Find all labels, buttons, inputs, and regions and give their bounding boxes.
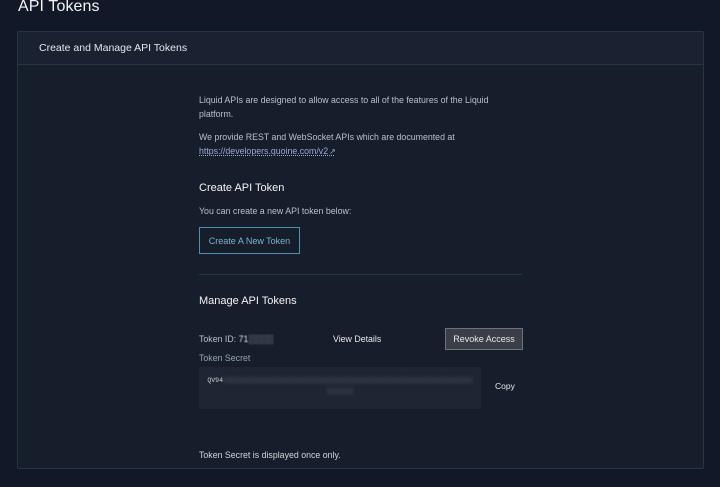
external-link-icon: ↗: [329, 146, 336, 156]
token-id: Token ID: 71░░░░: [199, 334, 273, 344]
revoke-access-button[interactable]: Revoke Access: [445, 328, 523, 350]
token-id-value: 71░░░░: [238, 334, 274, 344]
docs-text: We provide REST and WebSocket APIs which…: [199, 131, 524, 158]
copy-secret-button[interactable]: Copy: [495, 381, 515, 391]
create-token-description: You can create a new API token below:: [199, 206, 352, 216]
api-tokens-card: Create and Manage API Tokens Liquid APIs…: [17, 31, 704, 469]
token-id-label: Token ID:: [199, 334, 239, 344]
manage-tokens-title: Manage API Tokens: [199, 295, 297, 307]
page-title: API Tokens: [18, 0, 100, 15]
section-divider: [199, 274, 522, 275]
create-token-title: Create API Token: [199, 182, 285, 194]
intro-text: Liquid APIs are designed to allow access…: [199, 95, 489, 119]
docs-link[interactable]: https://developers.quoine.com/v2↗: [199, 146, 336, 156]
token-secret-masked: ░░░░░░░░░░░░░░░░░░░░░░░░░░░░░░░░░░░░░░░░…: [222, 377, 473, 395]
docs-link-text: https://developers.quoine.com/v2: [199, 145, 329, 156]
token-secret-label: Token Secret: [199, 353, 251, 363]
token-secret-field[interactable]: QV94░░░░░░░░░░░░░░░░░░░░░░░░░░░░░░░░░░░░…: [199, 367, 481, 409]
docs-text-prefix: We provide REST and WebSocket APIs which…: [199, 132, 455, 142]
create-new-token-button[interactable]: Create A New Token: [199, 227, 300, 254]
card-header: Create and Manage API Tokens: [18, 32, 703, 65]
token-secret-prefix: QV94: [207, 377, 223, 384]
card-content: Liquid APIs are designed to allow access…: [199, 94, 524, 460]
view-details-link[interactable]: View Details: [333, 334, 381, 344]
token-row: Token ID: 71░░░░ View Details Revoke Acc…: [199, 328, 524, 350]
token-secret-note: Token Secret is displayed once only.: [199, 450, 341, 460]
card-header-title: Create and Manage API Tokens: [39, 42, 188, 54]
